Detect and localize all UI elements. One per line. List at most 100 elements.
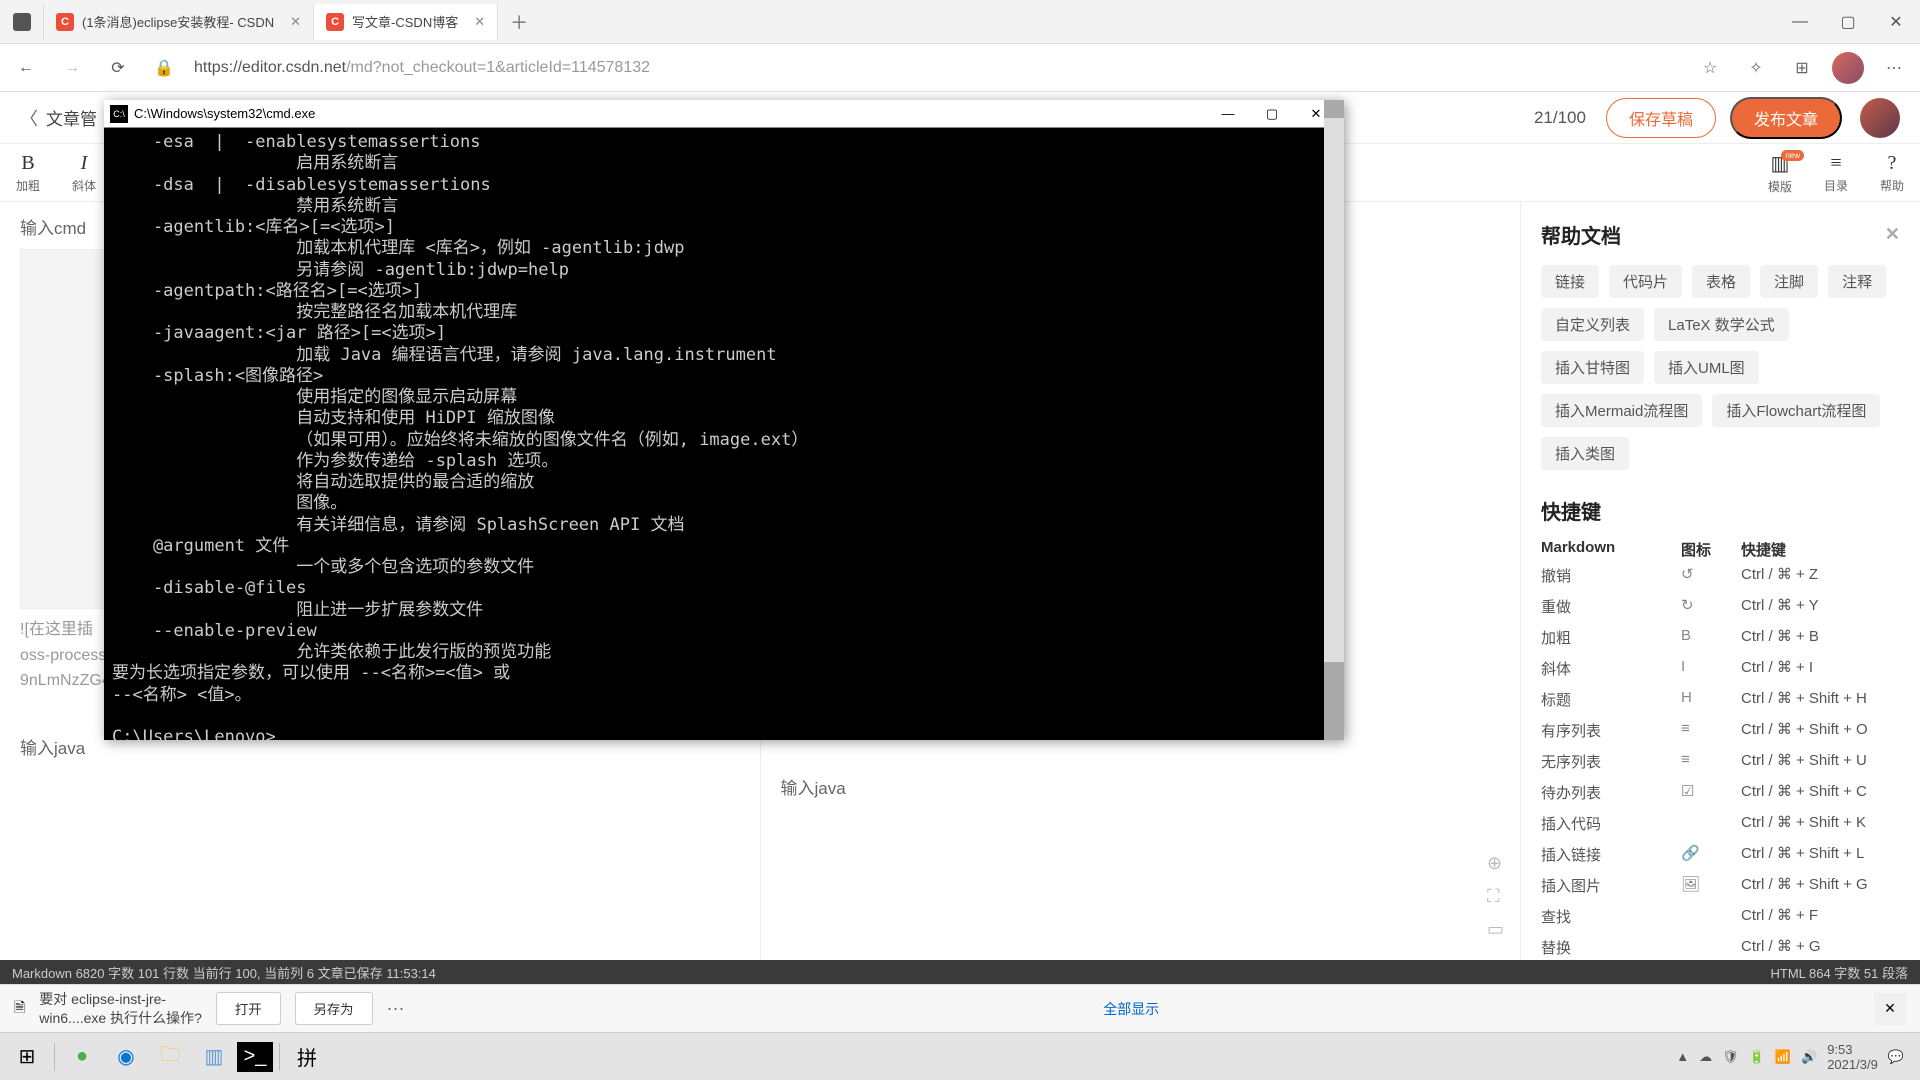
volume-icon[interactable]: 🔊 — [1801, 1049, 1817, 1065]
shortcut-row: 插入图片🖼Ctrl / ⌘ + Shift + G — [1541, 870, 1900, 901]
cmd-output[interactable]: -esa | -enablesystemassertions 启用系统断言 -d… — [104, 128, 1344, 740]
shortcut-row: 加粗BCtrl / ⌘ + B — [1541, 622, 1900, 653]
browser-tab-strip: C (1条消息)eclipse安装教程- CSDN ✕ C 写文章-CSDN博客… — [0, 0, 1920, 44]
wifi-icon[interactable]: 📶 — [1775, 1049, 1791, 1065]
tab-app[interactable] — [0, 4, 44, 40]
help-chip[interactable]: 自定义列表 — [1541, 308, 1644, 341]
status-left: Markdown 6820 字数 101 行数 当前行 100, 当前列 6 文… — [12, 963, 436, 982]
refresh-button[interactable]: ⟳ — [102, 52, 134, 84]
settings-icon[interactable]: ▥ — [193, 1036, 235, 1078]
new-tab-button[interactable]: ＋ — [498, 4, 540, 40]
sync-scroll-icon[interactable]: ⊕ — [1487, 853, 1504, 874]
favicon-csdn: C — [326, 13, 344, 31]
layout-icon[interactable]: ▭ — [1487, 919, 1504, 940]
help-label: 帮助 — [1880, 177, 1904, 194]
bold-label: 加粗 — [16, 177, 40, 194]
toc-icon: ≡ — [1830, 152, 1841, 175]
menu-icon[interactable]: ⋯ — [1878, 52, 1910, 84]
close-icon[interactable]: ✕ — [474, 14, 485, 30]
tray-icon[interactable]: 🔋 — [1749, 1049, 1765, 1065]
maximize-button[interactable]: ▢ — [1250, 100, 1294, 128]
shortcut-row: 替换Ctrl / ⌘ + G — [1541, 932, 1900, 960]
publish-button[interactable]: 发布文章 — [1730, 97, 1842, 139]
taskbar: ⊞ ● ◉ 🗀 ▥ >_ 拼 ▲ ☁ 🛡 🔋 📶 🔊 9:53 2021/3/9… — [0, 1032, 1920, 1080]
status-bar: Markdown 6820 字数 101 行数 当前行 100, 当前列 6 文… — [0, 960, 1920, 984]
show-all-link[interactable]: 全部显示 — [1103, 999, 1159, 1019]
help-chip[interactable]: 注脚 — [1760, 265, 1818, 298]
edge-icon[interactable]: ◉ — [105, 1036, 147, 1078]
forward-button[interactable]: → — [56, 52, 88, 84]
shortcut-row: 无序列表≡Ctrl / ⌘ + Shift + U — [1541, 746, 1900, 777]
cmd-icon[interactable]: >_ — [237, 1042, 273, 1072]
close-icon[interactable]: ✕ — [1874, 993, 1906, 1025]
close-icon[interactable]: ✕ — [290, 14, 301, 30]
url-path: /md?not_checkout=1&articleId=114578132 — [346, 59, 650, 76]
minimize-button[interactable]: — — [1776, 0, 1824, 44]
notifications-icon[interactable]: 💬 — [1888, 1049, 1904, 1065]
back-icon[interactable]: 〈 — [20, 105, 38, 131]
download-text: 要对 eclipse-inst-jre- win6....exe 执行什么操作? — [39, 990, 202, 1026]
help-chip[interactable]: 插入Flowchart流程图 — [1712, 394, 1880, 427]
back-button[interactable]: ← — [10, 52, 42, 84]
help-chip[interactable]: LaTeX 数学公式 — [1654, 308, 1789, 341]
help-chip[interactable]: 插入甘特图 — [1541, 351, 1644, 384]
tab-1[interactable]: C (1条消息)eclipse安装教程- CSDN ✕ — [44, 4, 314, 40]
extensions-icon[interactable]: ⊞ — [1786, 52, 1818, 84]
more-icon[interactable]: ··· — [387, 998, 405, 1019]
breadcrumb[interactable]: 文章管 — [46, 105, 97, 130]
start-button[interactable]: ⊞ — [6, 1036, 48, 1078]
new-badge: new — [1781, 150, 1804, 161]
col-shortcut: 快捷键 — [1741, 539, 1900, 560]
help-chip[interactable]: 插入类图 — [1541, 437, 1629, 470]
col-markdown: Markdown — [1541, 539, 1681, 560]
saveas-button[interactable]: 另存为 — [295, 992, 373, 1025]
tray-icon[interactable]: ▲ — [1676, 1049, 1689, 1064]
shortcut-row: 撤销↺Ctrl / ⌘ + Z — [1541, 560, 1900, 591]
shortcut-row: 重做↻Ctrl / ⌘ + Y — [1541, 591, 1900, 622]
help-chip[interactable]: 表格 — [1692, 265, 1750, 298]
scroll-up[interactable] — [1324, 100, 1344, 118]
char-counter: 21/100 — [1534, 108, 1586, 128]
shortcut-row: 有序列表≡Ctrl / ⌘ + Shift + O — [1541, 715, 1900, 746]
maximize-button[interactable]: ▢ — [1824, 0, 1872, 44]
wechat-icon[interactable]: ● — [61, 1036, 103, 1078]
ime-icon[interactable]: 拼 — [286, 1036, 328, 1078]
open-button[interactable]: 打开 — [216, 992, 281, 1025]
tab-2[interactable]: C 写文章-CSDN博客 ✕ — [314, 4, 498, 40]
bold-button[interactable]: B 加粗 — [0, 144, 56, 201]
scroll-thumb[interactable] — [1324, 662, 1344, 722]
explorer-icon[interactable]: 🗀 — [149, 1036, 191, 1078]
toc-button[interactable]: ≡ 目录 — [1808, 144, 1864, 201]
shortcuts-title: 快捷键 — [1541, 496, 1900, 525]
collections-icon[interactable]: ✧ — [1740, 52, 1772, 84]
help-chip[interactable]: 代码片 — [1609, 265, 1682, 298]
preview-text: 输入java — [781, 774, 1501, 799]
status-right: HTML 864 字数 51 段落 — [1770, 963, 1908, 982]
help-chip[interactable]: 插入UML图 — [1654, 351, 1759, 384]
shortcut-row: 待办列表☑Ctrl / ⌘ + Shift + C — [1541, 777, 1900, 808]
scrollbar[interactable] — [1324, 100, 1344, 740]
tray-icon[interactable]: ☁ — [1699, 1049, 1712, 1065]
help-chip[interactable]: 插入Mermaid流程图 — [1541, 394, 1702, 427]
help-chip[interactable]: 注释 — [1828, 265, 1886, 298]
help-panel: 帮助文档 ✕ 链接代码片表格注脚注释自定义列表LaTeX 数学公式插入甘特图插入… — [1520, 202, 1920, 960]
template-button[interactable]: ▥ new 模版 — [1752, 144, 1808, 201]
favorite-icon[interactable]: ☆ — [1694, 52, 1726, 84]
help-chip[interactable]: 链接 — [1541, 265, 1599, 298]
save-draft-button[interactable]: 保存草稿 — [1606, 98, 1716, 138]
file-icon: 🗎 — [14, 997, 25, 1021]
user-avatar[interactable] — [1860, 98, 1900, 138]
scroll-down[interactable] — [1324, 722, 1344, 740]
url-field[interactable]: https://editor.csdn.net/md?not_checkout=… — [194, 59, 1680, 77]
col-icon: 图标 — [1681, 539, 1741, 560]
clock[interactable]: 9:53 2021/3/9 — [1827, 1042, 1878, 1072]
minimize-button[interactable]: — — [1206, 100, 1250, 128]
profile-avatar[interactable] — [1832, 52, 1864, 84]
cmd-titlebar[interactable]: C:\ C:\Windows\system32\cmd.exe — ▢ ✕ — [104, 100, 1344, 128]
fullscreen-icon[interactable]: ⛶ — [1487, 886, 1504, 907]
cmd-icon: C:\ — [110, 105, 128, 123]
close-button[interactable]: ✕ — [1872, 0, 1920, 44]
close-icon[interactable]: ✕ — [1885, 224, 1900, 245]
tray-icon[interactable]: 🛡 — [1722, 1049, 1739, 1065]
help-button[interactable]: ? 帮助 — [1864, 144, 1920, 201]
